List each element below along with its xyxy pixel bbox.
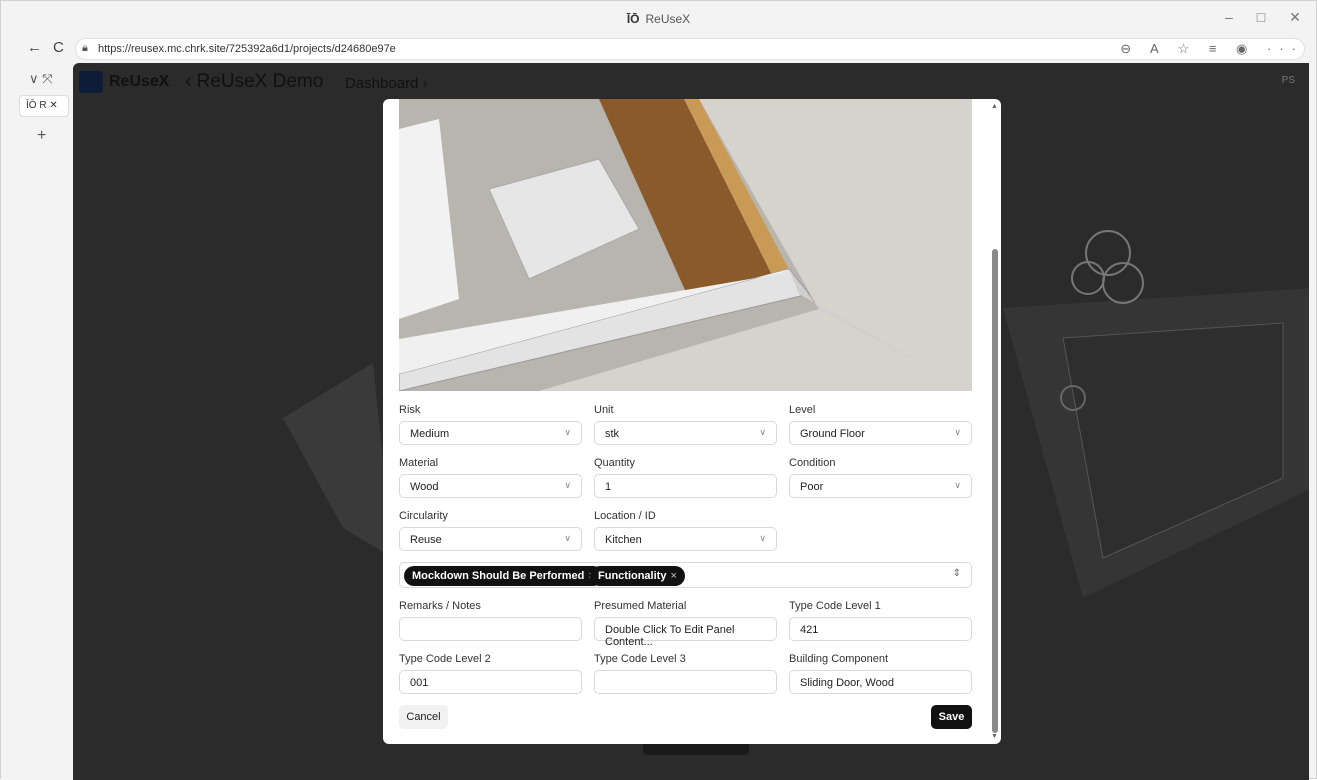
building-component-label: Building Component — [789, 653, 889, 665]
item-photo — [399, 99, 972, 391]
minimize-button[interactable]: – — [1219, 9, 1239, 25]
risk-value: Medium — [410, 428, 450, 440]
app-name[interactable]: ReUseX — [109, 73, 169, 91]
level-select[interactable]: Ground Floor ∨ — [789, 421, 972, 445]
cancel-button[interactable]: Cancel — [399, 705, 448, 729]
tag-chip[interactable]: Mockdown Should Be Performed× — [404, 566, 603, 586]
presumed-material-input[interactable]: Double Click To Edit Panel Content... — [594, 617, 777, 648]
condition-value: Poor — [800, 481, 824, 493]
risk-label: Risk — [399, 404, 421, 416]
dialog-scrollbar[interactable]: ▲ ▼ — [989, 101, 999, 741]
condition-label: Condition — [789, 457, 836, 469]
browser-window: ĪŌ ReUseX – □ ✕ ← C 🔒︎ https://reusex.mc.… — [0, 0, 1317, 780]
quantity-input[interactable]: 1 — [594, 474, 777, 498]
unit-select[interactable]: stk ∨ — [594, 421, 777, 445]
chevron-down-icon: ∨ — [564, 480, 571, 490]
building-component-input[interactable]: Sliding Door, Wood — [789, 670, 972, 694]
vertical-tabs-sidebar: ∨ ⤧ ĪŌ R ✕ + — [1, 63, 73, 780]
type-code-2-value: 001 — [410, 677, 429, 689]
url-text: https://reusex.mc.chrk.site/725392a6d1/p… — [98, 43, 396, 55]
title-bar: ĪŌ ReUseX – □ ✕ — [1, 1, 1316, 37]
type-code-1-value: 421 — [800, 624, 819, 636]
tags-multiselect[interactable]: Mockdown Should Be Performed× Functional… — [399, 562, 972, 588]
chevron-down-icon: ∨ — [759, 533, 766, 543]
type-code-2-input[interactable]: 001 — [399, 670, 582, 694]
app-header: ReUseX ‹ ReUseX Demo Dashboard › PS — [73, 63, 1309, 101]
presumed-material-label: Presumed Material — [594, 600, 687, 612]
scrollbar-thumb[interactable] — [992, 249, 998, 733]
quantity-label: Quantity — [594, 457, 635, 469]
sidebar-controls-icon[interactable]: ∨ ⤧ — [29, 71, 53, 87]
edit-item-dialog: ▲ ▼ Risk Medium ∨ Unit stk ∨ Level Ground … — [383, 99, 1001, 744]
circularity-label: Circularity — [399, 510, 448, 522]
tag-label: Mockdown Should Be Performed — [412, 570, 585, 582]
level-value: Ground Floor — [800, 428, 865, 440]
condition-select[interactable]: Poor ∨ — [789, 474, 972, 498]
remarks-label: Remarks / Notes — [399, 600, 481, 612]
breadcrumb-dashboard[interactable]: Dashboard › — [345, 75, 428, 92]
circularity-select[interactable]: Reuse ∨ — [399, 527, 582, 551]
close-button[interactable]: ✕ — [1285, 9, 1305, 26]
lock-icon: 🔒︎ — [82, 42, 88, 54]
address-bar-row: ← C 🔒︎ https://reusex.mc.chrk.site/72539… — [1, 37, 1316, 61]
remarks-input[interactable] — [399, 617, 582, 641]
level-label: Level — [789, 404, 816, 416]
material-value: Wood — [410, 481, 439, 493]
unit-value: stk — [605, 428, 620, 440]
scroll-down-icon[interactable]: ▼ — [991, 733, 998, 740]
chevron-updown-icon[interactable]: ⇕ — [953, 568, 961, 579]
chevron-down-icon: ∨ — [759, 427, 766, 437]
refresh-icon[interactable]: C — [53, 39, 64, 56]
tab-reusex[interactable]: ĪŌ R ✕ — [19, 95, 69, 117]
type-code-1-input[interactable]: 421 — [789, 617, 972, 641]
toolbar-icons[interactable]: ⊖ A ☆ ≡ ◉ ··· — [1120, 41, 1304, 57]
location-value: Kitchen — [605, 534, 642, 546]
scroll-up-icon[interactable]: ▲ — [991, 103, 998, 110]
unit-label: Unit — [594, 404, 614, 416]
tag-label: Functionality — [598, 570, 667, 582]
risk-select[interactable]: Medium ∨ — [399, 421, 582, 445]
save-button[interactable]: Save — [931, 705, 972, 729]
back-icon[interactable]: ← — [27, 39, 42, 56]
quantity-value: 1 — [605, 481, 612, 493]
location-select[interactable]: Kitchen ∨ — [594, 527, 777, 551]
type-code-3-label: Type Code Level 3 — [594, 653, 686, 665]
presumed-material-value: Double Click To Edit Panel Content... — [605, 624, 735, 648]
type-code-3-input[interactable] — [594, 670, 777, 694]
material-select[interactable]: Wood ∨ — [399, 474, 582, 498]
chevron-down-icon: ∨ — [564, 427, 571, 437]
building-component-value: Sliding Door, Wood — [800, 677, 894, 689]
window-title: ĪŌ ReUseX — [1, 12, 1316, 26]
new-tab-button[interactable]: + — [37, 127, 46, 145]
breadcrumb-project[interactable]: ‹ ReUseX Demo — [185, 71, 323, 93]
circularity-value: Reuse — [410, 534, 442, 546]
tag-chip[interactable]: Functionality × — [590, 566, 685, 586]
window-title-text: ReUseX — [645, 12, 691, 26]
location-label: Location / ID — [594, 510, 656, 522]
user-avatar[interactable]: PS — [1282, 75, 1295, 86]
chevron-down-icon: ∨ — [954, 480, 961, 490]
chevron-down-icon: ∨ — [564, 533, 571, 543]
type-code-2-label: Type Code Level 2 — [399, 653, 491, 665]
material-label: Material — [399, 457, 439, 469]
reusex-logo-icon — [79, 71, 103, 93]
type-code-1-label: Type Code Level 1 — [789, 600, 881, 612]
maximize-button[interactable]: □ — [1251, 9, 1271, 25]
tag-remove-icon[interactable]: × — [670, 570, 676, 582]
app-logo-icon: ĪŌ — [626, 12, 640, 26]
chevron-down-icon: ∨ — [954, 427, 961, 437]
